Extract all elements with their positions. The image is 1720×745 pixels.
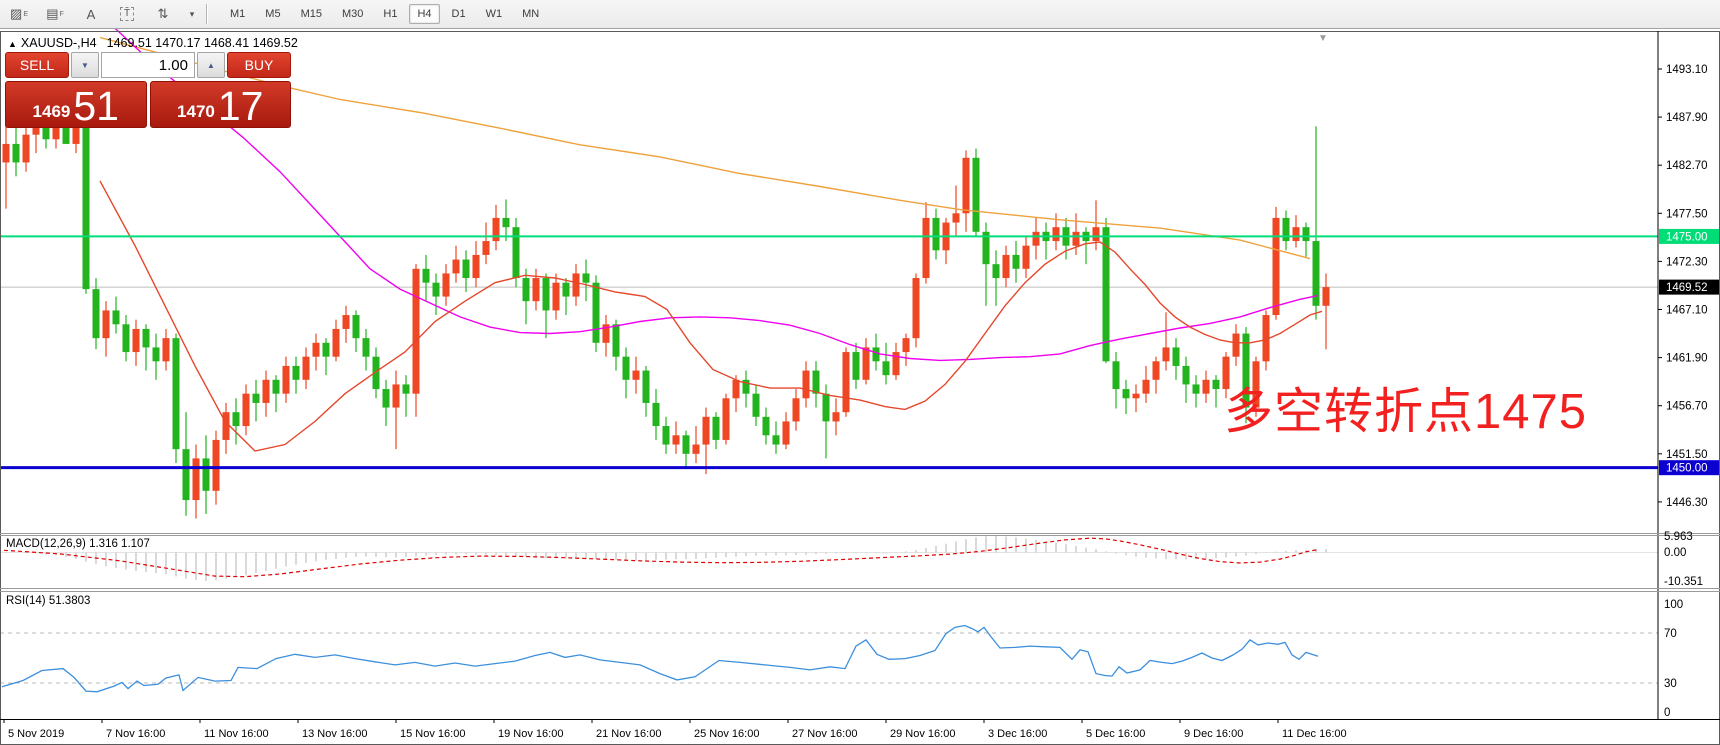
cycle-arrows-icon[interactable]: ⇅ [150, 2, 176, 26]
rsi-axis-label: 0 [1664, 707, 1670, 719]
sell-price-big: 51 [73, 88, 119, 126]
time-label: 5 Nov 2019 [8, 728, 64, 740]
time-label: 19 Nov 16:00 [498, 728, 563, 740]
rsi-indicator-label: RSI(14) 51.3803 [6, 595, 90, 607]
tf-button-h4[interactable]: H4 [409, 4, 439, 24]
time-label: 9 Dec 16:00 [1184, 728, 1243, 740]
chart-shift-marker-icon[interactable]: ▼ [1318, 33, 1328, 44]
symbol-label: XAUUSD-,H4 [21, 36, 97, 50]
price-label: 1477.50 [1666, 208, 1708, 220]
price-label: 1461.90 [1666, 353, 1708, 365]
trading-terminal: { "toolbar": { "icons": [ {"name":"indic… [0, 0, 1720, 745]
tf-button-m1[interactable]: M1 [222, 4, 253, 24]
tf-button-m5[interactable]: M5 [257, 4, 288, 24]
time-label: 15 Nov 16:00 [400, 728, 465, 740]
price-label: 1446.30 [1666, 497, 1708, 509]
time-label: 27 Nov 16:00 [792, 728, 857, 740]
time-label: 5 Dec 16:00 [1086, 728, 1145, 740]
tf-button-h1[interactable]: H1 [375, 4, 405, 24]
indicator-hatch-e-icon[interactable]: ▨E [6, 2, 32, 26]
volume-increase-button[interactable]: ▲ [197, 52, 225, 78]
timeframe-group: M1M5M15M30H1H4D1W1MN [222, 4, 547, 24]
time-label: 7 Nov 16:00 [106, 728, 165, 740]
volume-decrease-button[interactable]: ▼ [71, 52, 99, 78]
tf-button-mn[interactable]: MN [514, 4, 547, 24]
price-label: 1487.90 [1666, 112, 1708, 124]
tf-button-d1[interactable]: D1 [444, 4, 474, 24]
macd-axis-label: 5.963 [1664, 531, 1693, 543]
time-label: 25 Nov 16:00 [694, 728, 759, 740]
sell-price-box[interactable]: 1469 51 [5, 81, 147, 128]
price-label: 1451.50 [1666, 449, 1708, 461]
rsi-axis-label: 70 [1664, 628, 1677, 640]
ohlc-quotes: 1469.51 1470.17 1468.41 1469.52 [107, 36, 298, 50]
price-highlight-label: 1469.52 [1666, 282, 1708, 294]
volume-input[interactable] [101, 52, 195, 78]
toolbar-separator [206, 4, 208, 24]
macd-indicator-label: MACD(12,26,9) 1.316 1.107 [6, 538, 150, 550]
price-label: 1472.30 [1666, 256, 1708, 268]
toolbar-icon-group: ▨E ▤F AT ⇅ ▾ [6, 2, 198, 26]
time-label: 11 Dec 16:00 [1282, 728, 1347, 740]
buy-price-box[interactable]: 1470 17 [150, 81, 292, 128]
dropdown-caret-icon[interactable]: ▾ [186, 2, 198, 26]
price-label: 1456.70 [1666, 401, 1708, 413]
rsi-axis-label: 30 [1664, 678, 1677, 690]
tf-button-m30[interactable]: M30 [334, 4, 371, 24]
letter-a-icon[interactable]: A [78, 2, 104, 26]
chart-annotation: 多空转折点1475 [1224, 372, 1587, 443]
chart-title: ▲ XAUUSD-,H4 1469.51 1470.17 1468.41 1469.… [8, 36, 298, 50]
toolbar: ▨E ▤F AT ⇅ ▾ M1M5M15M30H1H4D1W1MN [0, 0, 1720, 29]
time-label: 29 Nov 16:00 [890, 728, 955, 740]
buy-button[interactable]: BUY [227, 52, 291, 78]
price-highlight-label: 1450.00 [1666, 463, 1708, 475]
macd-axis-label: -10.351 [1664, 576, 1703, 588]
rsi-axis-label: 100 [1664, 599, 1683, 611]
collapse-triangle-icon[interactable]: ▲ [8, 39, 17, 49]
buy-price-small: 1470 [177, 103, 215, 120]
time-label: 13 Nov 16:00 [302, 728, 367, 740]
time-label: 21 Nov 16:00 [596, 728, 661, 740]
price-label: 1482.70 [1666, 160, 1708, 172]
tf-button-w1[interactable]: W1 [478, 4, 511, 24]
sell-button[interactable]: SELL [5, 52, 69, 78]
price-highlight-label: 1475.00 [1666, 231, 1708, 243]
macd-axis-label: 0.00 [1664, 547, 1686, 559]
grid-hatch-f-icon[interactable]: ▤F [42, 2, 68, 26]
time-label: 3 Dec 16:00 [988, 728, 1047, 740]
text-frame-icon[interactable]: T [114, 2, 140, 26]
buy-price-big: 17 [218, 88, 264, 126]
tf-button-m15[interactable]: M15 [293, 4, 330, 24]
price-label: 1467.10 [1666, 305, 1708, 317]
one-click-trading-panel: SELL ▼ ▲ BUY 1469 51 1470 17 [5, 52, 291, 128]
time-label: 11 Nov 16:00 [204, 728, 269, 740]
price-label: 1493.10 [1666, 64, 1708, 76]
sell-price-small: 1469 [33, 103, 71, 120]
